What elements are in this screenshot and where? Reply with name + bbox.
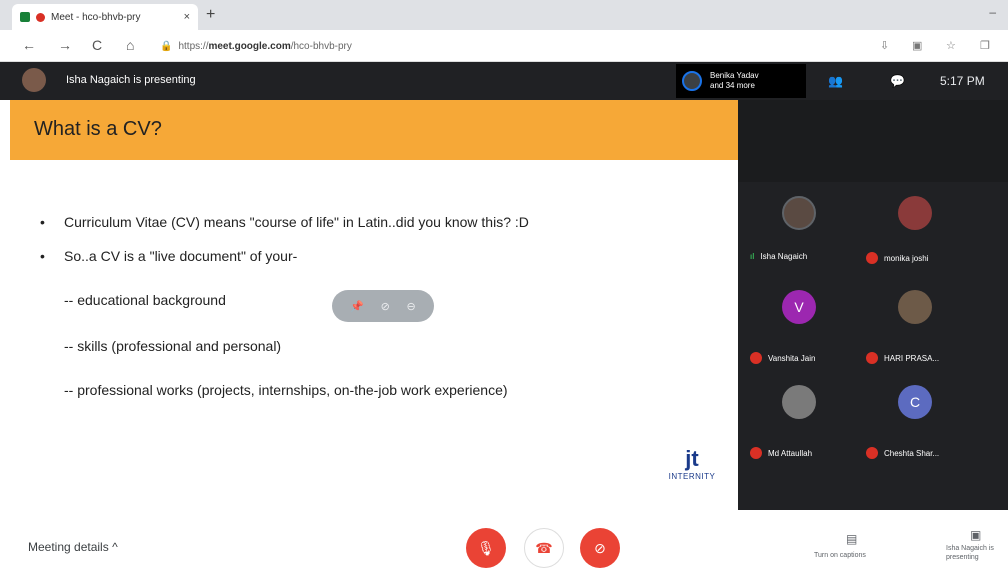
participant-avatar: C bbox=[898, 385, 932, 419]
tab-title: Meet - hco-bhvb-pry bbox=[51, 11, 141, 23]
pin-icon[interactable]: 📌 bbox=[350, 300, 364, 313]
active-speaker-chip[interactable]: Benika Yadav and 34 more bbox=[676, 64, 806, 98]
presenting-label[interactable]: Isha Nagaich is presenting bbox=[946, 544, 1008, 562]
hang-up-icon: ☎ bbox=[535, 539, 553, 556]
participant-name-row: Cheshta Shar... bbox=[866, 447, 939, 459]
recording-dot-icon bbox=[36, 12, 45, 22]
participant-avatar bbox=[898, 196, 932, 230]
slide-bullet: Curriculum Vitae (CV) means "course of l… bbox=[40, 214, 529, 230]
home-icon[interactable]: ⌂ bbox=[126, 37, 134, 53]
participant-name-row: HARI PRASA... bbox=[866, 352, 939, 364]
participant-name-row: monika joshi bbox=[866, 252, 928, 264]
url-host: meet.google.com bbox=[208, 40, 291, 52]
browser-tab-meet[interactable]: Meet - hco-bhvb-pry × bbox=[12, 4, 198, 30]
favorite-star-icon[interactable]: ☆ bbox=[946, 39, 956, 52]
speaking-icon: ıl bbox=[750, 252, 755, 261]
logo-wordmark: INTERNITY bbox=[668, 472, 716, 481]
forward-arrow-icon[interactable]: → bbox=[58, 37, 72, 53]
slide-title: What is a CV? bbox=[34, 118, 162, 140]
muted-mic-icon bbox=[750, 447, 762, 459]
participant-tile[interactable]: V Vanshita Jain bbox=[742, 290, 858, 386]
captions-icon[interactable]: ▤ bbox=[846, 532, 857, 546]
mute-icon[interactable]: ⊘ bbox=[381, 300, 390, 313]
participant-name: Vanshita Jain bbox=[768, 353, 816, 363]
shared-slide: What is a CV? Curriculum Vitae (CV) mean… bbox=[10, 100, 738, 510]
collections-icon[interactable]: ❐ bbox=[980, 39, 990, 52]
slide-sub-item: -- professional works (projects, interns… bbox=[64, 382, 508, 398]
screen: Meet - hco-bhvb-pry × + – ← → C ⌂ 🔒 http… bbox=[0, 0, 1008, 569]
logo-mark: jt bbox=[685, 446, 699, 471]
speaker-avatar-icon bbox=[682, 71, 702, 91]
people-icon[interactable]: 👥 bbox=[828, 74, 843, 88]
url-prefix: https:// bbox=[178, 40, 209, 52]
browser-toolbar: ← → C ⌂ 🔒 https:// meet.google.com /hco-… bbox=[0, 30, 1008, 62]
participant-avatar bbox=[782, 385, 816, 419]
camera-off-icon: ⊘ bbox=[594, 539, 606, 556]
presenting-status: Isha Nagaich is presenting bbox=[66, 74, 196, 86]
mic-off-icon: 🎙 bbox=[477, 539, 495, 556]
speaker-label: Benika Yadav and 34 more bbox=[710, 71, 759, 91]
address-bar[interactable]: 🔒 https:// meet.google.com /hco-bhvb-pry bbox=[160, 36, 660, 56]
speaker-others: and 34 more bbox=[710, 81, 755, 90]
participant-name: Cheshta Shar... bbox=[884, 448, 940, 458]
meeting-details-button[interactable]: Meeting details ^ bbox=[28, 540, 118, 554]
participant-name-row: Vanshita Jain bbox=[750, 352, 815, 364]
slide-sub-item: -- skills (professional and personal) bbox=[64, 338, 282, 354]
grid-spacer bbox=[738, 100, 1008, 182]
participant-tile[interactable]: C Cheshta Shar... bbox=[858, 385, 974, 481]
slide-sub-item: -- educational background bbox=[64, 292, 226, 308]
participant-name: monika joshi bbox=[884, 253, 929, 263]
present-screen-icon[interactable]: ▣ bbox=[970, 528, 981, 542]
meeting-clock: 5:17 PM bbox=[940, 74, 985, 88]
minimize-button[interactable]: – bbox=[989, 5, 996, 19]
extension-icon[interactable]: ▣ bbox=[912, 39, 922, 52]
captions-label[interactable]: Turn on captions bbox=[814, 552, 866, 559]
meet-presenting-bar: Isha Nagaich is presenting Benika Yadav … bbox=[0, 62, 1008, 100]
lock-icon: 🔒 bbox=[160, 40, 173, 52]
back-arrow-icon[interactable]: ← bbox=[22, 37, 36, 53]
participant-grid: ıl Isha Nagaich monika joshi V Vanshita J… bbox=[738, 100, 1008, 510]
participant-tile[interactable]: monika joshi bbox=[858, 190, 974, 286]
download-icon[interactable]: ⇩ bbox=[880, 39, 889, 52]
participant-avatar bbox=[782, 196, 816, 230]
muted-mic-icon bbox=[866, 352, 878, 364]
participant-name-row: Md Attaullah bbox=[750, 447, 812, 459]
presenter-avatar bbox=[22, 68, 46, 92]
chevron-up-icon: ^ bbox=[112, 540, 118, 554]
muted-mic-icon bbox=[866, 447, 878, 459]
reload-icon[interactable]: C bbox=[92, 37, 102, 53]
remove-icon[interactable]: ⊖ bbox=[406, 300, 415, 313]
new-tab-button[interactable]: + bbox=[206, 6, 215, 24]
internity-logo: jt INTERNITY bbox=[650, 446, 734, 502]
participant-tile[interactable]: Md Attaullah bbox=[742, 385, 858, 481]
url-path: /hco-bhvb-pry bbox=[290, 40, 352, 52]
meet-favicon-icon bbox=[20, 12, 30, 22]
speaker-name: Benika Yadav bbox=[710, 71, 759, 80]
participant-name: Isha Nagaich bbox=[760, 252, 808, 261]
presentation-controls-pill[interactable]: 📌 ⊘ ⊖ bbox=[332, 290, 434, 322]
muted-mic-icon bbox=[750, 352, 762, 364]
participant-tile[interactable]: ıl Isha Nagaich bbox=[742, 190, 858, 286]
meeting-details-label: Meeting details bbox=[28, 540, 109, 554]
slide-header: What is a CV? bbox=[10, 100, 738, 160]
participant-name: HARI PRASA... bbox=[884, 353, 940, 363]
participant-name-row: ıl Isha Nagaich bbox=[750, 252, 807, 261]
participant-avatar bbox=[898, 290, 932, 324]
slide-bullet: So..a CV is a "live document" of your- bbox=[40, 248, 297, 264]
camera-toggle-button[interactable]: ⊘ bbox=[580, 528, 620, 568]
muted-mic-icon bbox=[866, 252, 878, 264]
meet-control-bar: Meeting details ^ 🎙 ☎ ⊘ ▤ Turn on captio… bbox=[0, 510, 1008, 569]
mic-toggle-button[interactable]: 🎙 bbox=[466, 528, 506, 568]
participant-avatar: V bbox=[782, 290, 816, 324]
tab-close-button[interactable]: × bbox=[184, 11, 190, 23]
participant-name: Md Attaullah bbox=[768, 448, 813, 458]
browser-tab-strip: Meet - hco-bhvb-pry × + – bbox=[0, 0, 1008, 30]
leave-call-button[interactable]: ☎ bbox=[524, 528, 564, 568]
participant-tile[interactable]: HARI PRASA... bbox=[858, 290, 974, 386]
chat-icon[interactable]: 💬 bbox=[890, 74, 905, 88]
